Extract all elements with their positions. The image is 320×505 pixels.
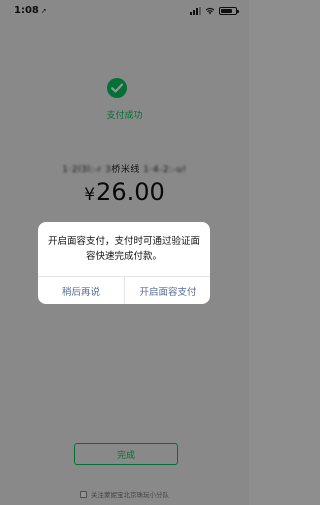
enable-face-pay-button[interactable]: 开启面容支付 xyxy=(125,277,210,304)
later-button[interactable]: 稍后再说 xyxy=(38,277,124,304)
face-id-dialog: 开启面容支付，支付时可通过验证面容快速完成付款。 稍后再说 开启面容支付 xyxy=(38,222,210,304)
dialog-message: 开启面容支付，支付时可通过验证面容快速完成付款。 xyxy=(48,236,201,262)
